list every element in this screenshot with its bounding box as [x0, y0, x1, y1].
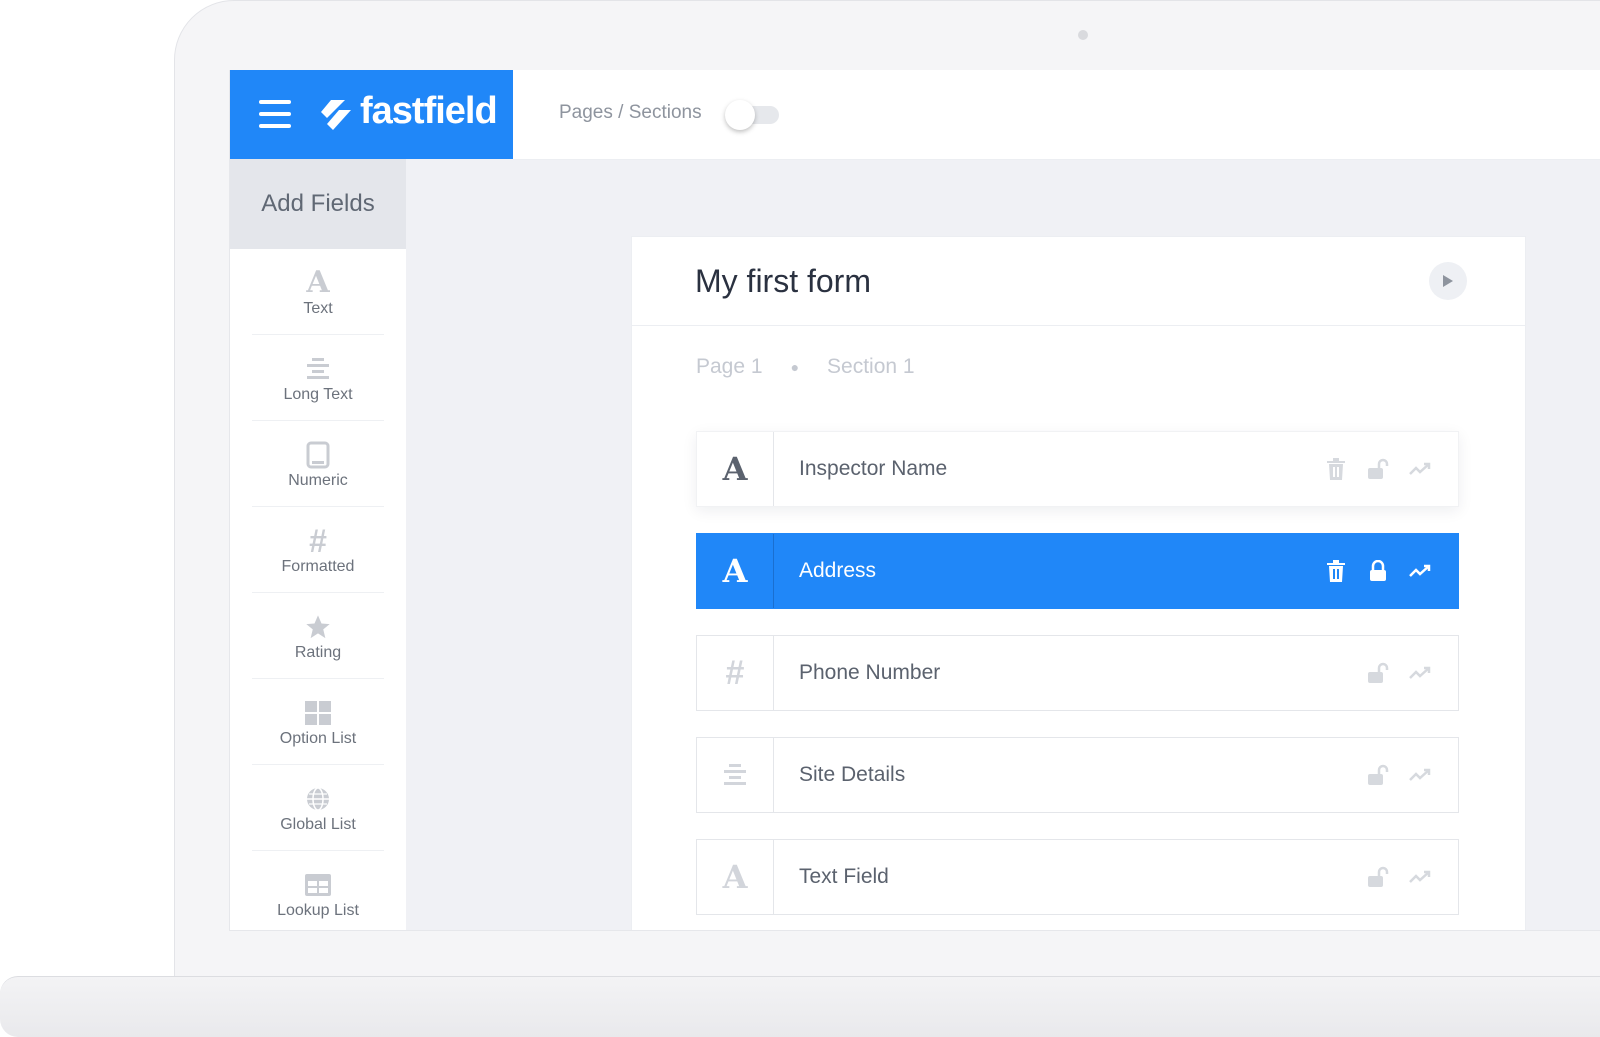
- pages-sections-label: Pages / Sections: [559, 102, 702, 124]
- breadcrumb: Page 1 ● Section 1: [696, 355, 915, 379]
- long-text-icon: [305, 356, 331, 382]
- star-icon: [304, 613, 332, 641]
- trend-icon[interactable]: [1408, 865, 1432, 889]
- field-type-label: Numeric: [288, 472, 348, 490]
- long-text-icon: [722, 762, 748, 788]
- unlock-icon[interactable]: [1366, 865, 1390, 889]
- camera-dot: [1078, 30, 1088, 40]
- field-type-label: Long Text: [283, 386, 352, 404]
- field-type-numeric[interactable]: Numeric: [252, 421, 384, 507]
- field-type-label: Text: [303, 300, 332, 318]
- hash-icon: #: [309, 525, 327, 557]
- form-field-row-selected[interactable]: A Address: [696, 533, 1459, 609]
- play-icon: [1442, 274, 1454, 288]
- fastfield-logo-icon: [317, 98, 353, 132]
- field-type-label: Lookup List: [277, 902, 359, 920]
- form-field-row[interactable]: Site Details: [696, 737, 1459, 813]
- tablet-icon: [306, 441, 330, 469]
- form-card: My first form Page 1 ● Section 1 A Inspe…: [631, 236, 1526, 931]
- form-title[interactable]: My first form: [695, 263, 871, 300]
- lock-icon[interactable]: [1366, 559, 1390, 583]
- field-type-rating[interactable]: Rating: [252, 593, 384, 679]
- logo-text: fastfield: [360, 90, 497, 133]
- add-fields-sidebar: Add Fields A Text Long Text: [230, 159, 406, 930]
- trend-icon[interactable]: [1408, 763, 1432, 787]
- text-a-icon: A: [723, 552, 748, 590]
- laptop-base: [0, 976, 1600, 1037]
- trend-icon[interactable]: [1408, 559, 1432, 583]
- brand-bar: fastfield: [230, 70, 513, 159]
- hash-icon: #: [726, 654, 745, 693]
- text-a-icon: A: [723, 450, 748, 488]
- field-label: Inspector Name: [799, 457, 1324, 481]
- field-type-lookup-list[interactable]: Lookup List: [252, 851, 384, 931]
- breadcrumb-page[interactable]: Page 1: [696, 355, 763, 379]
- field-type-label: Formatted: [282, 558, 355, 576]
- table-icon: [305, 874, 331, 896]
- field-label: Site Details: [799, 763, 1366, 787]
- hamburger-menu-icon[interactable]: [259, 100, 291, 128]
- field-type-label: Option List: [280, 730, 356, 748]
- trend-icon[interactable]: [1408, 661, 1432, 685]
- field-label: Address: [799, 559, 1324, 583]
- field-type-option-list[interactable]: Option List: [252, 679, 384, 765]
- trend-icon[interactable]: [1408, 457, 1432, 481]
- breadcrumb-section[interactable]: Section 1: [827, 355, 915, 379]
- field-label: Phone Number: [799, 661, 1366, 685]
- text-a-icon: A: [306, 268, 329, 298]
- grid-icon: [305, 701, 331, 725]
- trash-icon[interactable]: [1324, 559, 1348, 583]
- field-type-global-list[interactable]: Global List: [252, 765, 384, 851]
- unlock-icon[interactable]: [1366, 457, 1390, 481]
- text-a-icon: A: [723, 858, 748, 896]
- globe-icon: [305, 786, 331, 812]
- unlock-icon[interactable]: [1366, 763, 1390, 787]
- app-window: fastfield Pages / Sections Add Fields A …: [229, 70, 1600, 931]
- field-type-label: Global List: [280, 816, 356, 834]
- field-label: Text Field: [799, 865, 1366, 889]
- sidebar-title: Add Fields: [230, 159, 406, 249]
- field-type-formatted[interactable]: # Formatted: [252, 507, 384, 593]
- breadcrumb-separator: ●: [791, 359, 799, 375]
- form-field-row[interactable]: A Text Field: [696, 839, 1459, 915]
- form-field-row[interactable]: # Phone Number: [696, 635, 1459, 711]
- field-type-label: Rating: [295, 644, 341, 662]
- form-field-row[interactable]: A Inspector Name: [696, 431, 1459, 507]
- top-bar: Pages / Sections: [513, 70, 1600, 160]
- preview-play-button[interactable]: [1429, 262, 1467, 300]
- title-divider: [632, 325, 1525, 326]
- field-type-long-text[interactable]: Long Text: [252, 335, 384, 421]
- pages-sections-toggle[interactable]: [725, 100, 779, 128]
- unlock-icon[interactable]: [1366, 661, 1390, 685]
- field-type-text[interactable]: A Text: [252, 249, 384, 335]
- trash-icon[interactable]: [1324, 457, 1348, 481]
